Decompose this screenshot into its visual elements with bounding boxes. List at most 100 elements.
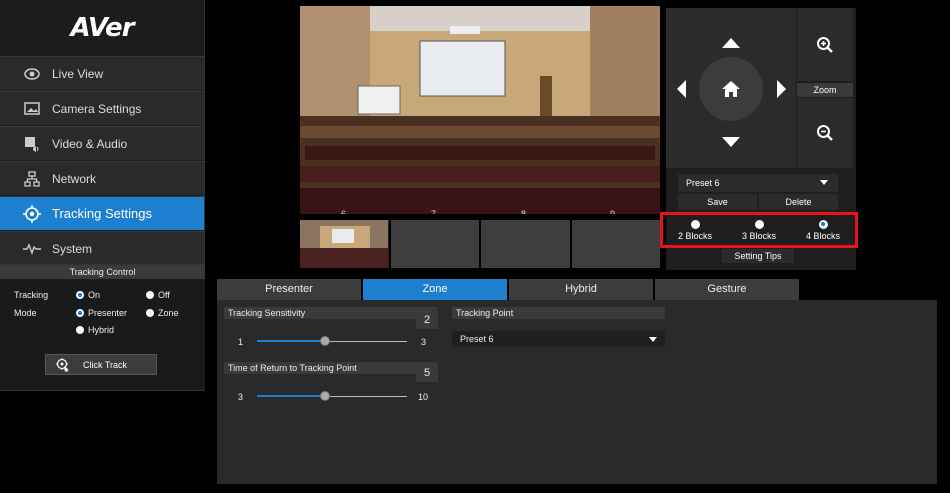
delete-preset-button[interactable]: Delete bbox=[759, 194, 838, 210]
zone-thumbnail-image bbox=[300, 220, 388, 268]
network-icon bbox=[22, 169, 42, 189]
zone-grid-number: 8 bbox=[521, 209, 527, 214]
zone-thumbnail[interactable] bbox=[481, 220, 570, 268]
zone-grid-number: 6 bbox=[341, 209, 347, 214]
live-video-preview[interactable]: 6 7 8 9 bbox=[300, 6, 660, 214]
radio-unchecked-icon bbox=[76, 326, 84, 334]
arrow-down-icon[interactable] bbox=[722, 137, 740, 147]
sidebar-item-tracking-settings[interactable]: Tracking Settings bbox=[0, 196, 204, 230]
radio-unchecked-icon bbox=[690, 219, 700, 229]
blocks-3-radio[interactable]: 3 Blocks bbox=[727, 215, 791, 245]
tab-hybrid[interactable]: Hybrid bbox=[509, 279, 653, 300]
tracking-label: Tracking bbox=[14, 290, 49, 300]
slider-min-label: 1 bbox=[238, 337, 244, 347]
return-time-title: Time of Return to Tracking Point bbox=[224, 362, 437, 374]
tracking-off-label: Off bbox=[158, 290, 170, 300]
sidebar: AVer Live View Camera Settings Video & A… bbox=[0, 0, 205, 493]
chevron-down-icon bbox=[820, 180, 828, 185]
image-icon bbox=[22, 99, 42, 119]
tracking-on-radio[interactable]: On bbox=[76, 290, 100, 300]
mode-zone-radio[interactable]: Zone bbox=[146, 308, 179, 318]
zone-thumbnail-strip bbox=[300, 220, 660, 268]
radio-unchecked-icon bbox=[146, 291, 154, 299]
click-track-label: Click Track bbox=[83, 359, 128, 370]
tracking-point-value: Preset 6 bbox=[460, 334, 494, 344]
sidebar-item-label: Live View bbox=[52, 66, 104, 81]
sidebar-item-video-audio[interactable]: Video & Audio bbox=[0, 126, 204, 160]
slider-max-label: 10 bbox=[418, 392, 429, 402]
classroom-scene-image bbox=[300, 6, 660, 214]
tracking-point-title: Tracking Point bbox=[452, 307, 665, 319]
tracking-mode-tabs: Presenter Zone Hybrid Gesture bbox=[217, 279, 799, 300]
zone-thumbnail[interactable] bbox=[571, 220, 660, 268]
return-time-slider-thumb[interactable] bbox=[320, 391, 330, 401]
tab-presenter[interactable]: Presenter bbox=[217, 279, 361, 300]
tracking-point-select[interactable]: Preset 6 bbox=[452, 331, 665, 347]
eye-icon bbox=[22, 64, 42, 84]
tracking-sensitivity-title: Tracking Sensitivity bbox=[224, 307, 437, 319]
video-audio-icon bbox=[22, 134, 42, 154]
mode-hybrid-radio[interactable]: Hybrid bbox=[76, 325, 114, 335]
save-preset-button[interactable]: Save bbox=[678, 194, 757, 210]
tracking-sensitivity-slider-thumb[interactable] bbox=[320, 336, 330, 346]
tracking-sensitivity-value: 2 bbox=[416, 311, 438, 329]
sidebar-item-system[interactable]: System bbox=[0, 231, 204, 265]
radio-unchecked-icon bbox=[754, 219, 764, 229]
sidebar-item-label: Video & Audio bbox=[52, 136, 128, 151]
home-button[interactable] bbox=[699, 57, 763, 121]
arrow-right-icon[interactable] bbox=[777, 80, 786, 98]
sidebar-item-label: Tracking Settings bbox=[52, 206, 152, 221]
zoom-in-icon bbox=[817, 36, 833, 53]
blocks-4-label: 4 Blocks bbox=[805, 230, 840, 241]
tracking-sensitivity-fill bbox=[257, 340, 324, 342]
mode-label: Mode bbox=[14, 308, 37, 318]
sidebar-empty-area bbox=[0, 390, 205, 493]
zone-thumbnail[interactable] bbox=[390, 220, 479, 268]
zoom-in-button[interactable] bbox=[797, 8, 853, 81]
tracking-on-label: On bbox=[88, 290, 101, 300]
target-icon bbox=[22, 204, 42, 224]
setting-tips-button[interactable]: Setting Tips bbox=[722, 249, 794, 263]
tab-zone[interactable]: Zone bbox=[363, 279, 507, 300]
tab-gesture[interactable]: Gesture bbox=[655, 279, 799, 300]
click-track-button[interactable]: Click Track bbox=[45, 354, 157, 375]
radio-checked-icon bbox=[818, 219, 828, 229]
sidebar-item-live-view[interactable]: Live View bbox=[0, 56, 204, 90]
zoom-out-button[interactable] bbox=[797, 98, 853, 168]
zoom-out-icon bbox=[817, 125, 833, 141]
mode-presenter-radio[interactable]: Presenter bbox=[76, 308, 127, 318]
tracking-control-title: Tracking Control bbox=[0, 265, 205, 279]
mode-hybrid-label: Hybrid bbox=[88, 325, 115, 335]
arrow-up-icon[interactable] bbox=[722, 38, 740, 48]
preset-select[interactable]: Preset 6 bbox=[678, 174, 838, 192]
sidebar-item-label: Network bbox=[52, 171, 97, 186]
direction-pad bbox=[666, 8, 796, 168]
click-track-icon bbox=[56, 357, 70, 372]
sidebar-item-camera-settings[interactable]: Camera Settings bbox=[0, 91, 204, 125]
return-time-fill bbox=[257, 395, 324, 397]
tracking-off-radio[interactable]: Off bbox=[146, 290, 170, 300]
sidebar-item-label: Camera Settings bbox=[52, 101, 142, 116]
arrow-left-icon[interactable] bbox=[677, 80, 686, 98]
blocks-2-label: 2 Blocks bbox=[677, 230, 712, 241]
zone-thumbnail[interactable] bbox=[300, 220, 389, 268]
sidebar-item-network[interactable]: Network bbox=[0, 161, 204, 195]
radio-checked-icon bbox=[76, 309, 84, 317]
blocks-2-radio[interactable]: 2 Blocks bbox=[663, 215, 727, 245]
zone-grid-number: 9 bbox=[610, 209, 616, 214]
radio-unchecked-icon bbox=[146, 309, 154, 317]
zone-grid-number: 7 bbox=[431, 209, 437, 214]
zone-tab-panel: Tracking Sensitivity 2 1 3 Time of Retur… bbox=[217, 300, 937, 484]
blocks-3-label: 3 Blocks bbox=[741, 230, 776, 241]
zoom-controls: Zoom bbox=[797, 8, 853, 168]
tracking-control-panel: Tracking Control Tracking On Off Mode Pr… bbox=[0, 264, 205, 390]
blocks-4-radio[interactable]: 4 Blocks bbox=[791, 215, 855, 245]
preset-select-value: Preset 6 bbox=[686, 178, 720, 188]
radio-checked-icon bbox=[76, 291, 84, 299]
slider-min-label: 3 bbox=[238, 392, 244, 402]
home-icon bbox=[722, 81, 740, 97]
slider-max-label: 3 bbox=[421, 337, 427, 347]
pulse-icon bbox=[22, 239, 42, 259]
app-root: AVer Live View Camera Settings Video & A… bbox=[0, 0, 950, 493]
mode-zone-label: Zone bbox=[158, 308, 179, 318]
